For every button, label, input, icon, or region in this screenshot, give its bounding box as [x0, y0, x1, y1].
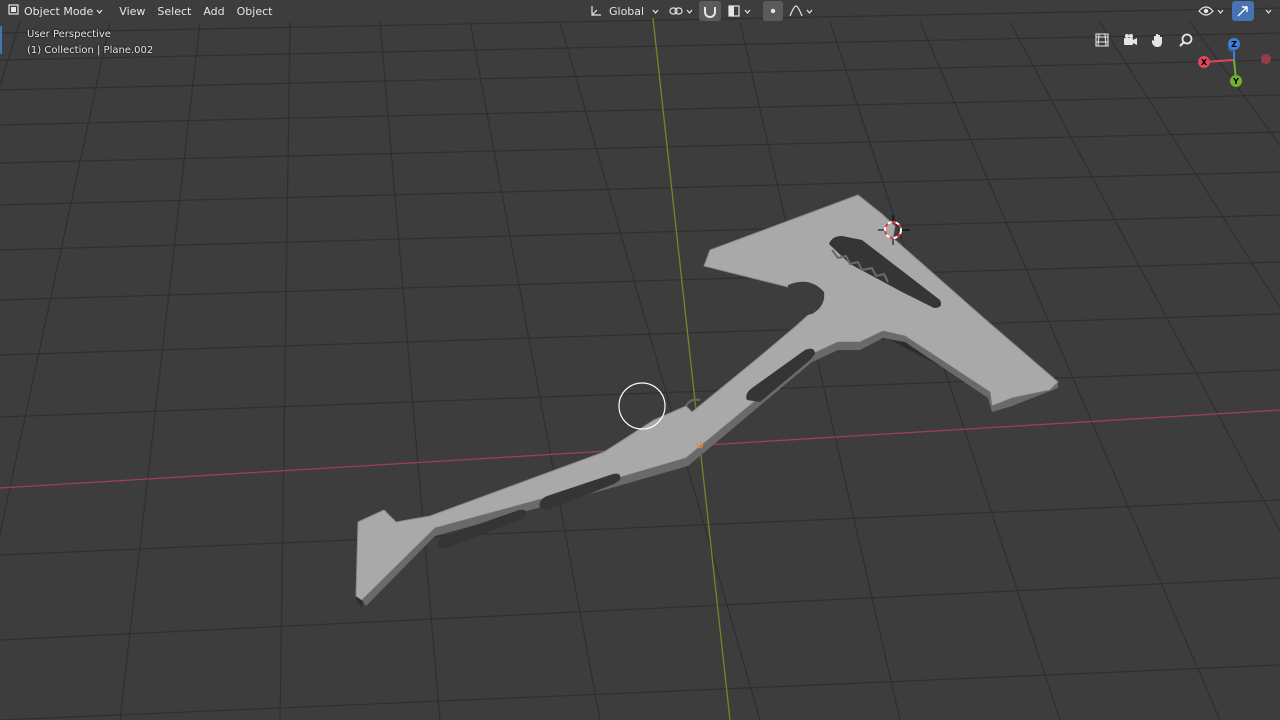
chevron-down-icon	[652, 9, 659, 14]
orientation-label: Global	[609, 4, 645, 18]
visibility-dropdown[interactable]	[1194, 1, 1228, 21]
gizmo-z-label: Z	[1231, 40, 1237, 49]
menu-select[interactable]: Select	[151, 1, 197, 21]
viewport-nav-buttons	[1090, 28, 1198, 52]
pivot-point-dropdown[interactable]	[665, 1, 697, 21]
falloff-curve-icon	[789, 5, 803, 17]
gizmo-x-label: X	[1201, 58, 1208, 67]
chevron-down-icon	[806, 9, 813, 14]
gizmo-arrow-icon	[1237, 6, 1248, 17]
hand-pan-icon[interactable]	[1146, 28, 1170, 52]
menu-object[interactable]: Object	[231, 1, 279, 21]
axe-object[interactable]	[355, 194, 1059, 608]
active-region-marker	[0, 26, 2, 54]
snap-target-dropdown[interactable]	[723, 1, 755, 21]
snap-grid-icon	[728, 5, 740, 17]
orientation-icon	[591, 6, 601, 16]
gizmo-neg-x[interactable]	[1261, 54, 1271, 64]
proportional-dot-icon	[770, 8, 776, 14]
object-mode-label: Object Mode	[24, 4, 94, 18]
navigation-gizmo[interactable]: X Y Z	[1192, 34, 1276, 90]
viewport-header: Object Mode View Select Add Object Globa…	[0, 0, 1280, 22]
view-perspective-label: User Perspective	[27, 29, 111, 40]
object-mode-dropdown[interactable]: Object Mode	[2, 1, 109, 21]
gizmo-y-label: Y	[1232, 77, 1239, 86]
object-mode-icon	[8, 4, 19, 18]
y-axis-line	[652, 17, 731, 720]
chevron-down-icon	[96, 9, 103, 14]
chevron-down-icon	[686, 9, 693, 14]
proportional-falloff-dropdown[interactable]	[785, 1, 817, 21]
floor-grid	[0, 7, 1280, 720]
camera-icon[interactable]	[1118, 28, 1142, 52]
viewport-info-text: User Perspective (1) Collection | Plane.…	[27, 27, 153, 59]
grid-view-icon[interactable]	[1090, 28, 1114, 52]
magnet-icon	[704, 7, 717, 18]
gizmo-toggle[interactable]	[1232, 1, 1254, 21]
transform-orientation-dropdown[interactable]: Global	[585, 1, 663, 21]
viewport-3d[interactable]	[0, 0, 1280, 720]
eye-icon	[1198, 6, 1214, 16]
menu-view[interactable]: View	[113, 1, 151, 21]
chevron-down-icon	[1265, 9, 1272, 14]
chevron-down-icon	[744, 9, 751, 14]
chevron-down-icon	[1217, 9, 1224, 14]
snap-toggle[interactable]	[699, 1, 722, 21]
menu-add[interactable]: Add	[197, 1, 230, 21]
proportional-edit-toggle[interactable]	[763, 1, 784, 21]
gizmo-dropdown[interactable]	[1258, 1, 1276, 21]
brush-cursor-circle	[618, 382, 666, 430]
link-icon	[669, 7, 683, 15]
active-object-label: (1) Collection | Plane.002	[27, 45, 154, 56]
